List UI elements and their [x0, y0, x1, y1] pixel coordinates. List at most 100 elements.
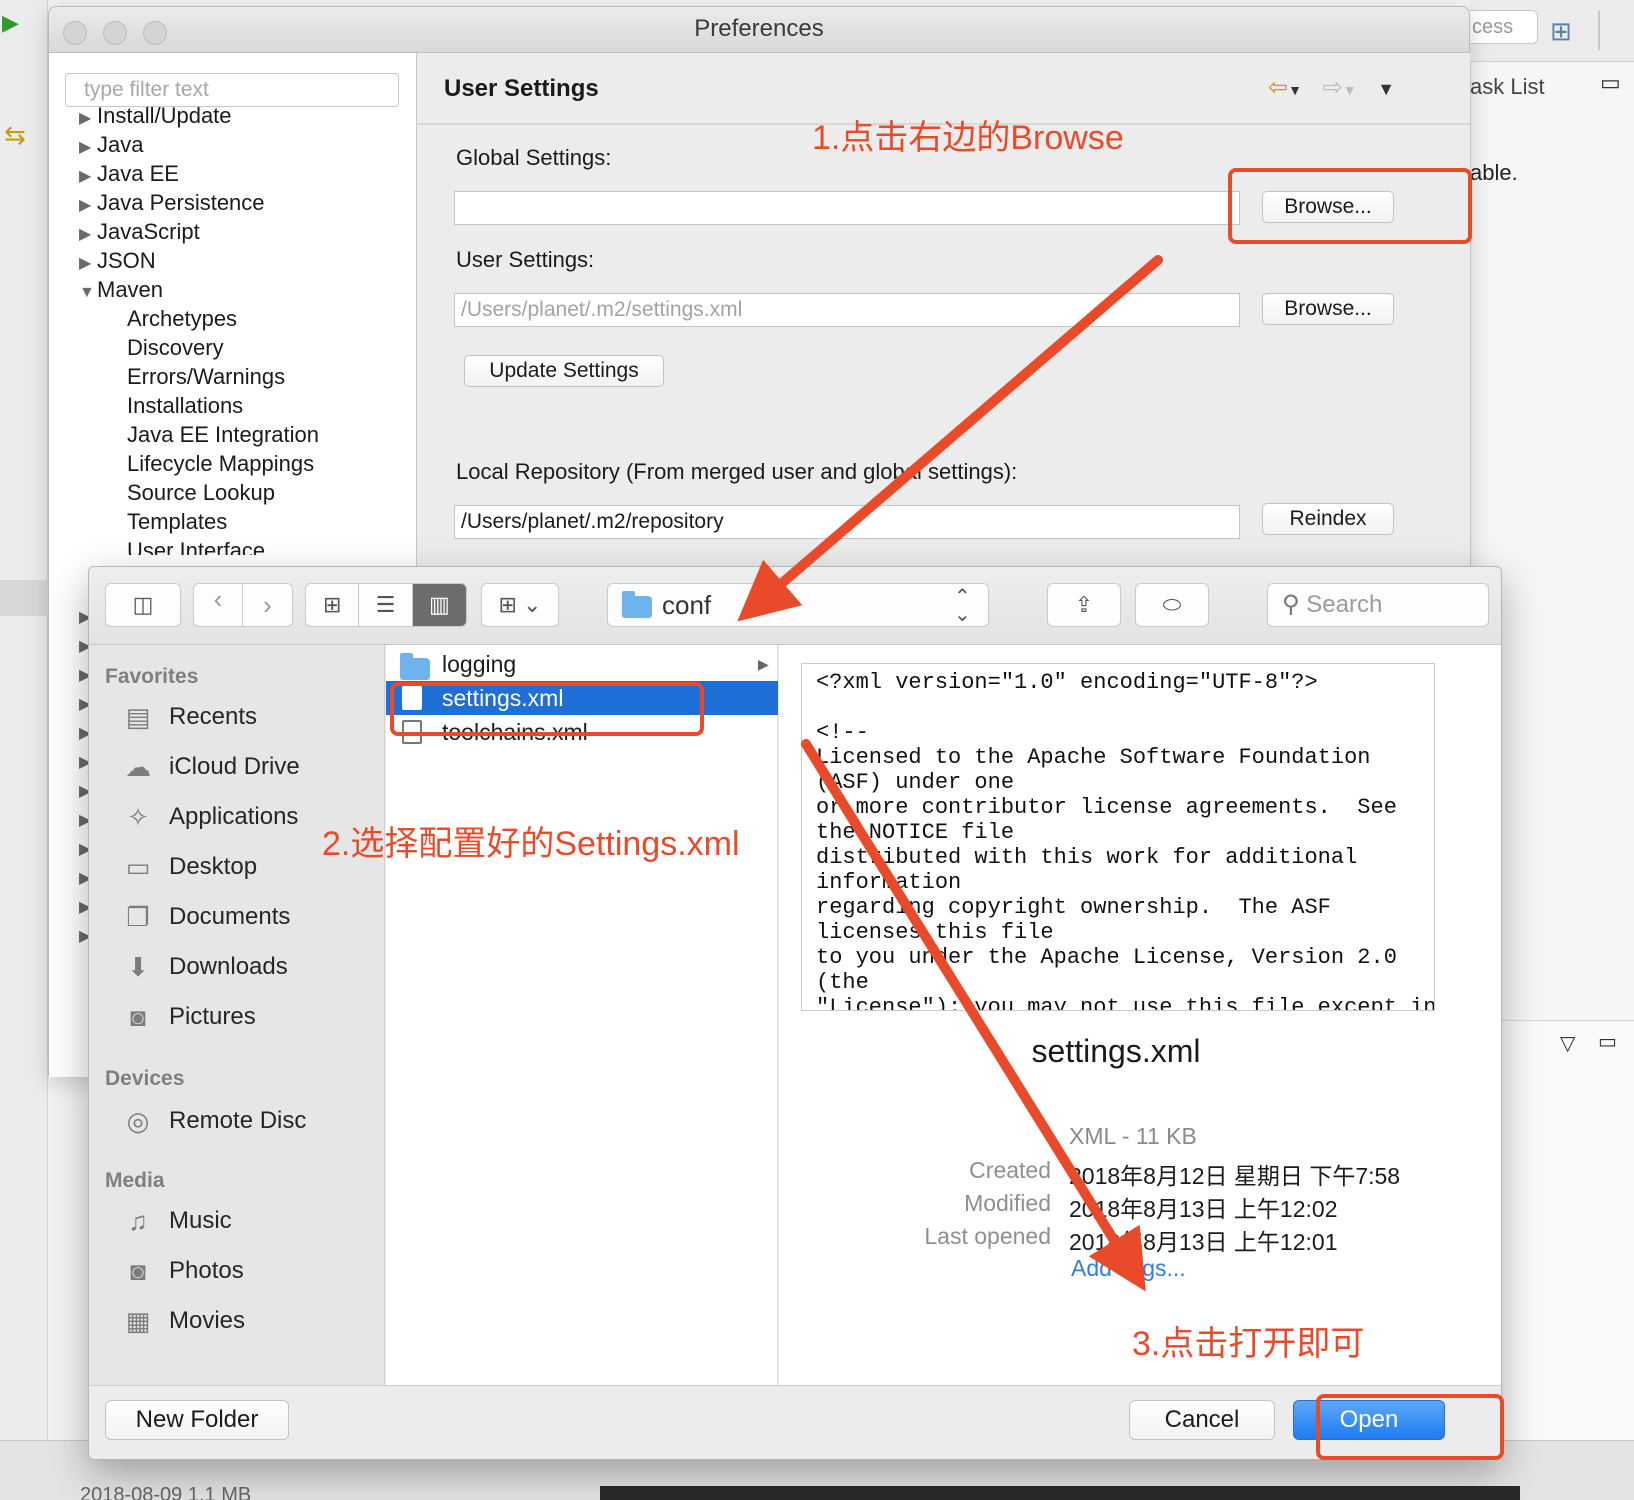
dialog-sidebar: Favorites ▤ Recents ☁ iCloud Drive ✧ Applic… [89, 645, 385, 1385]
sidebar-item-label: Remote Disc [169, 1107, 307, 1134]
preview-file-kind: XML - 11 KB [1069, 1123, 1197, 1149]
tree-item-label: JSON [97, 248, 156, 273]
sidebar-item-desktop[interactable]: ▭ Desktop [121, 847, 257, 887]
tag-icon: ⬭ [1162, 592, 1182, 617]
file-row-logging[interactable]: logging ▶ [386, 647, 778, 681]
tree-item-templates[interactable]: Templates [127, 509, 227, 535]
tags-button[interactable]: ⬭ [1135, 583, 1209, 627]
share-button[interactable]: ⇪ [1047, 583, 1121, 627]
tree-item-label: Install/Update [97, 107, 232, 128]
user-browse-button[interactable]: Browse... [1262, 293, 1394, 325]
preview-file-name: settings.xml [1031, 1033, 1201, 1069]
tree-item-user-interface[interactable]: User Interface [127, 538, 265, 555]
history-nav: ⇦▼ ⇨▼ ▼ [1268, 73, 1395, 102]
tree-item-java-ee-integration[interactable]: Java EE Integration [127, 422, 319, 448]
file-column: logging ▶ settings.xml toolchains.xml [386, 645, 778, 1385]
collapsed-triangle-icon: ▶ [79, 197, 92, 214]
toolbar-strip [0, 580, 48, 616]
reindex-button[interactable]: Reindex [1262, 503, 1394, 535]
path-popup[interactable]: conf ⌃ ⌄ [607, 583, 989, 627]
sidebar-item-applications[interactable]: ✧ Applications [121, 797, 298, 837]
documents-icon: ❐ [126, 902, 150, 932]
run-icon[interactable]: ▶ [2, 10, 19, 36]
task-list-tab[interactable]: ask List [1470, 74, 1545, 100]
new-folder-button[interactable]: New Folder [105, 1400, 289, 1440]
preview-line: regarding copyright ownership. The ASF [816, 895, 1331, 920]
last-opened-label: Last opened [924, 1223, 1051, 1249]
modified-label: Modified [964, 1190, 1051, 1216]
tree-item-java-ee[interactable]: ▶ Java EE [79, 161, 179, 187]
folder-icon [400, 653, 430, 680]
sidebar-item-downloads[interactable]: ⬇ Downloads [121, 947, 288, 987]
annotation-step-2: 2.选择配置好的Settings.xml [322, 825, 740, 863]
tree-item-install-update[interactable]: ▶ Install/Update [79, 107, 232, 129]
cancel-button[interactable]: Cancel [1129, 1400, 1275, 1440]
preferences-titlebar: Preferences [49, 7, 1469, 53]
tree-item-installations[interactable]: Installations [127, 393, 243, 419]
add-tags-link[interactable]: Add Tags... [1071, 1255, 1186, 1282]
back-icon[interactable]: ‹ [194, 584, 244, 626]
cloud-icon: ☁ [125, 752, 151, 782]
sidebar-item-recents[interactable]: ▤ Recents [121, 697, 257, 737]
background-dark-strip [600, 1486, 1520, 1500]
minimize-view-icon[interactable]: ▭ [1598, 1029, 1617, 1054]
tree-item-source-lookup[interactable]: Source Lookup [127, 480, 275, 506]
tree-item-archetypes[interactable]: Archetypes [127, 306, 237, 332]
local-repository-field[interactable]: /Users/planet/.m2/repository [454, 505, 1240, 539]
tree-item-maven[interactable]: ▼Maven [79, 277, 163, 303]
minimize-icon[interactable]: ▭ [1600, 70, 1621, 96]
current-folder-name: conf [662, 590, 712, 620]
column-view-icon[interactable]: ▥ [412, 584, 466, 626]
global-settings-label: Global Settings: [456, 145, 612, 170]
background-file-row: 2018-08-09 1.1 MB [80, 1484, 252, 1500]
quick-access-input[interactable]: cess [1470, 10, 1538, 44]
list-view-icon[interactable]: ☰ [359, 584, 413, 626]
sidebar-item-movies[interactable]: ▦ Movies [121, 1301, 245, 1341]
music-icon: ♫ [128, 1206, 148, 1236]
sidebar-item-icloud-drive[interactable]: ☁ iCloud Drive [121, 747, 300, 787]
sidebar-icon: ◫ [132, 592, 154, 617]
icon-view-icon[interactable]: ⊞ [306, 584, 360, 626]
tree-item-java[interactable]: ▶ Java [79, 132, 143, 158]
sidebar-item-documents[interactable]: ❐ Documents [121, 897, 290, 937]
perspective-icon[interactable]: ⊞ [1550, 16, 1572, 47]
forward-arrow-icon[interactable]: ⇨ [1323, 74, 1343, 101]
preview-line: <?xml version="1.0" encoding="UTF-8"?> [816, 670, 1318, 695]
back-menu-icon[interactable]: ▼ [1288, 82, 1302, 98]
disc-icon: ◎ [126, 1106, 150, 1136]
sidebar-item-label: Pictures [169, 1003, 256, 1030]
annotation-step-1: 1.点击右边的Browse [812, 119, 1124, 157]
global-settings-field[interactable] [454, 191, 1240, 225]
created-label: Created [969, 1157, 1051, 1183]
group-view-button[interactable]: ⊞ ⌄ [481, 583, 559, 627]
view-menu-icon[interactable]: ▼ [1377, 79, 1395, 99]
view-menu-icon[interactable]: ▽ [1560, 1031, 1575, 1056]
tree-item-java-persistence[interactable]: ▶ Java Persistence [79, 190, 265, 216]
sidebar-item-label: Music [169, 1207, 232, 1234]
forward-menu-icon[interactable]: ▼ [1343, 82, 1357, 98]
collapsed-triangle-icon: ▶ [79, 226, 92, 243]
sidebar-item-music[interactable]: ♫ Music [121, 1201, 232, 1241]
sidebar-item-remote-disc[interactable]: ◎ Remote Disc [121, 1101, 307, 1141]
update-settings-button[interactable]: Update Settings [464, 355, 664, 387]
filter-input[interactable]: type filter text [65, 73, 399, 107]
tree-item-discovery[interactable]: Discovery [127, 335, 224, 361]
preview-line: "License"); you may not use this file ex… [816, 995, 1435, 1011]
sidebar-toggle-button[interactable]: ◫ [105, 583, 181, 627]
camera-icon: ◙ [130, 1256, 146, 1286]
sidebar-item-pictures[interactable]: ◙ Pictures [121, 997, 256, 1037]
tree-item-javascript[interactable]: ▶ JavaScript [79, 219, 200, 245]
forward-icon[interactable]: › [243, 590, 292, 621]
sync-icon[interactable]: ⇆ [4, 120, 26, 151]
tree-item-label: Java Persistence [97, 190, 265, 215]
tree-item-errors-warnings[interactable]: Errors/Warnings [127, 364, 285, 390]
sidebar-item-photos[interactable]: ◙ Photos [121, 1251, 244, 1291]
preview-line: (ASF) under one [816, 770, 1015, 795]
search-field[interactable]: ⚲ Search [1267, 583, 1489, 627]
user-settings-field[interactable]: /Users/planet/.m2/settings.xml [454, 293, 1240, 327]
tree-item-lifecycle-mappings[interactable]: Lifecycle Mappings [127, 451, 314, 477]
folder-icon [622, 591, 652, 618]
back-arrow-icon[interactable]: ⇦ [1268, 74, 1288, 101]
expanded-triangle-icon: ▼ [79, 284, 95, 301]
tree-item-json[interactable]: ▶ JSON [79, 248, 156, 274]
